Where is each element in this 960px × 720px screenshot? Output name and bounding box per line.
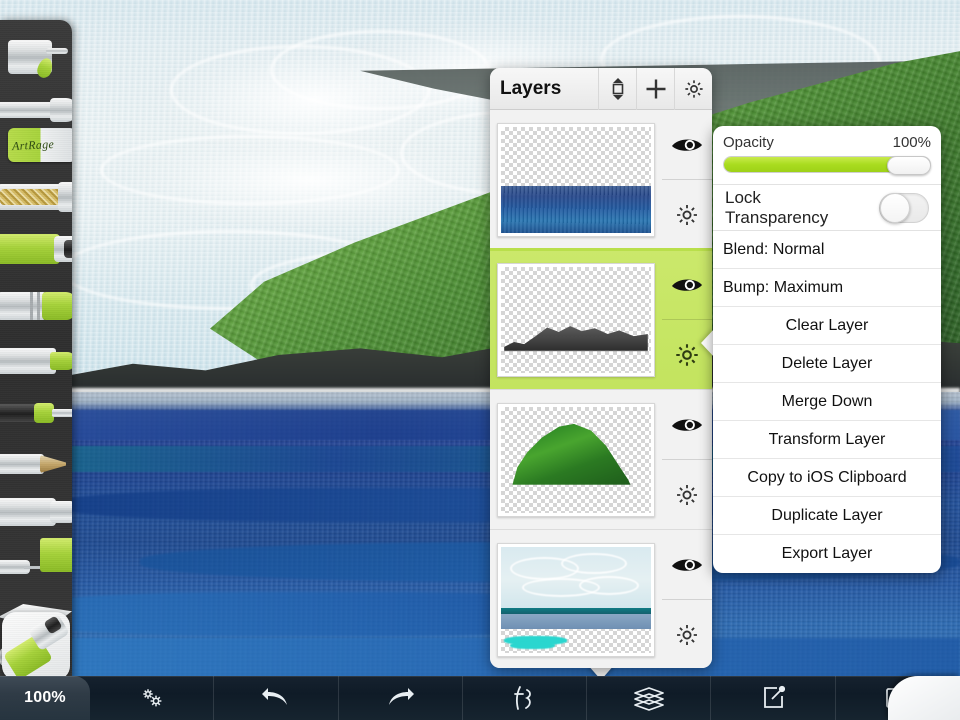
menu-item-export-layer[interactable]: Export Layer [713, 535, 941, 573]
settings-gears-icon[interactable] [90, 676, 215, 720]
paint-roller-tool[interactable] [0, 536, 72, 590]
tool-sidebar[interactable]: ArtRage [0, 20, 72, 688]
opacity-slider[interactable] [723, 156, 931, 175]
zoom-level-indicator[interactable]: 100% [0, 676, 90, 720]
add-layer-icon[interactable] [636, 68, 674, 110]
layer-thumbnail[interactable] [490, 390, 662, 529]
layer-controls [662, 530, 712, 668]
ink-pen-tool[interactable] [0, 384, 72, 438]
marker-tool[interactable] [0, 220, 72, 274]
crayon-tool[interactable] [0, 276, 72, 330]
lock-transparency-toggle[interactable] [879, 192, 929, 223]
cloud-swirl [100, 135, 400, 205]
layer-row[interactable] [490, 530, 712, 668]
color-picker-swatch[interactable] [888, 676, 960, 720]
layer-controls [662, 250, 712, 389]
layers-list[interactable] [490, 110, 712, 668]
bump-item[interactable]: Bump: Maximum [713, 269, 941, 307]
layers-settings-icon[interactable] [674, 68, 712, 110]
undo-arrow-icon[interactable] [214, 676, 339, 720]
felt-pen-tool[interactable] [0, 332, 72, 386]
layer-visibility-eye-icon[interactable] [662, 390, 712, 460]
lock-transparency-row[interactable]: Lock Transparency [713, 185, 941, 231]
glitter-tool[interactable] [0, 168, 72, 222]
thumb-wave-stroke [510, 641, 555, 650]
opacity-value: 100% [892, 134, 931, 151]
thumb-mountain-art [504, 326, 648, 352]
artrage-app-window: ArtRage Layers Opacity 100% Lock Transpa… [0, 0, 960, 720]
layer-visibility-eye-icon[interactable] [662, 250, 712, 320]
artrage-brand-text: ArtRage [11, 136, 55, 153]
layer-context-menu: Opacity 100% Lock Transparency Blend: No… [713, 126, 941, 573]
layers-panel: Layers [490, 68, 712, 668]
stroke-tool-icon[interactable] [463, 676, 588, 720]
layer-row[interactable] [490, 110, 712, 250]
opacity-control[interactable]: Opacity 100% [713, 126, 941, 185]
blend-mode-item[interactable]: Blend: Normal [713, 231, 941, 269]
layer-thumbnail[interactable] [490, 530, 662, 668]
share-export-icon[interactable] [711, 676, 836, 720]
redo-arrow-icon[interactable] [339, 676, 463, 720]
menu-item-transform-layer[interactable]: Transform Layer [713, 421, 941, 459]
paint-tube-tool[interactable] [0, 28, 72, 82]
layer-thumbnail[interactable] [490, 250, 662, 389]
layers-panel-title: Layers [500, 77, 562, 99]
menu-item-delete-layer[interactable]: Delete Layer [713, 345, 941, 383]
eraser-tool[interactable]: ArtRage [8, 128, 72, 162]
menu-item-clear-layer[interactable]: Clear Layer [713, 307, 941, 345]
thumb-cloud-swirl [561, 552, 627, 575]
layer-controls [662, 110, 712, 249]
layer-settings-gear-icon[interactable] [662, 180, 712, 249]
opacity-slider-knob[interactable] [887, 156, 931, 175]
menu-item-merge-down[interactable]: Merge Down [713, 383, 941, 421]
toggle-knob [880, 192, 911, 223]
opacity-label: Opacity [723, 134, 774, 151]
pencil-tool[interactable] [0, 434, 72, 488]
thumb-beach-band [501, 614, 651, 630]
bottom-toolbar: 100% [0, 676, 960, 720]
lock-transparency-label: Lock Transparency [725, 187, 829, 227]
reorder-layers-icon[interactable] [598, 68, 636, 110]
layer-settings-gear-icon[interactable] [662, 460, 712, 529]
layer-controls [662, 390, 712, 529]
selected-marker-tool[interactable] [2, 612, 70, 681]
layer-settings-gear-icon[interactable] [662, 600, 712, 668]
thumb-hill-art [512, 423, 631, 485]
menu-item-copy-to-ios-clipboard[interactable]: Copy to iOS Clipboard [713, 459, 941, 497]
thumb-water-art [501, 185, 651, 233]
layer-thumbnail[interactable] [490, 110, 662, 249]
layer-visibility-eye-icon[interactable] [662, 530, 712, 600]
layer-row-selected[interactable] [490, 248, 712, 390]
layer-visibility-eye-icon[interactable] [662, 110, 712, 180]
layer-row[interactable] [490, 390, 712, 530]
menu-item-duplicate-layer[interactable]: Duplicate Layer [713, 497, 941, 535]
paint-tube-tool-2[interactable] [0, 482, 72, 536]
layers-panel-header: Layers [490, 68, 712, 110]
layers-stack-icon[interactable] [587, 676, 712, 720]
